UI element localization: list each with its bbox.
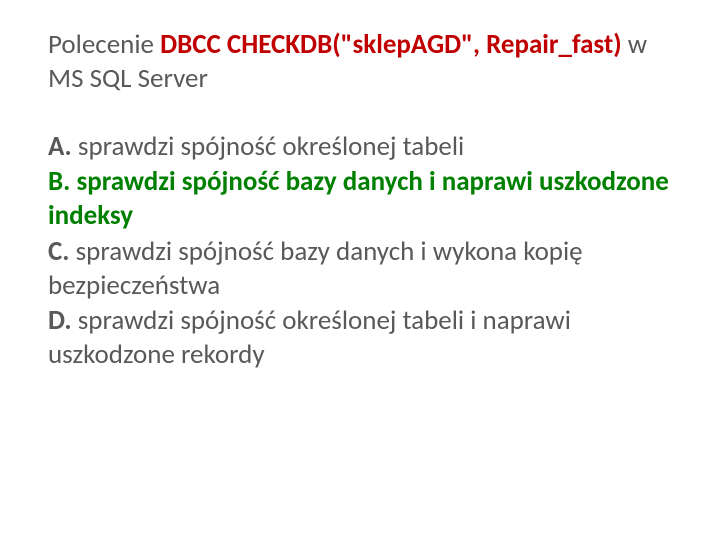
question-text: Polecenie DBCC CHECKDB("sklepAGD", Repai… bbox=[48, 28, 672, 96]
option-b-text: sprawdzi spójność bazy danych i naprawi … bbox=[48, 165, 669, 232]
option-c-letter: C. bbox=[48, 235, 70, 268]
question-prefix: Polecenie bbox=[48, 28, 160, 61]
question-command: DBCC CHECKDB("sklepAGD", Repair_fast) bbox=[160, 28, 622, 61]
slide-content: Polecenie DBCC CHECKDB("sklepAGD", Repai… bbox=[0, 0, 720, 540]
option-b-letter: B. bbox=[48, 165, 70, 198]
option-d-text: sprawdzi spójność określonej tabeli i na… bbox=[48, 304, 571, 371]
option-c-text: sprawdzi spójność bazy danych i wykona k… bbox=[48, 235, 583, 302]
option-d: D. sprawdzi spójność określonej tabeli i… bbox=[48, 304, 672, 372]
option-b: B. sprawdzi spójność bazy danych i napra… bbox=[48, 165, 672, 233]
option-a: A. sprawdzi spójność określonej tabeli bbox=[48, 130, 672, 164]
option-d-letter: D. bbox=[48, 304, 72, 337]
option-a-letter: A. bbox=[48, 130, 72, 163]
option-c: C. sprawdzi spójność bazy danych i wykon… bbox=[48, 235, 672, 303]
option-a-text: sprawdzi spójność określonej tabeli bbox=[72, 130, 464, 163]
